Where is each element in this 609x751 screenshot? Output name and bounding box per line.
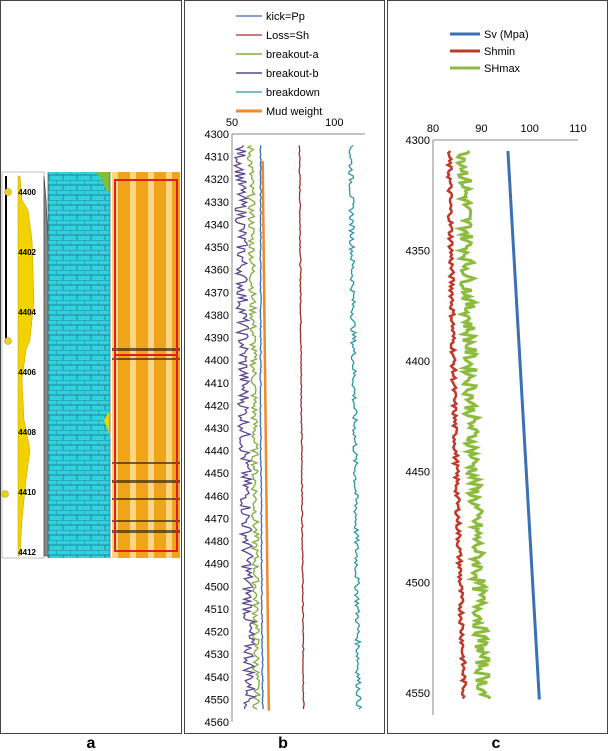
legend-label: kick=Pp xyxy=(266,11,305,23)
depth-tick-label: 4408 xyxy=(18,428,36,437)
chart-b: kick=Pp Loss=Sh breakout-a breakout-b breakd… xyxy=(205,11,365,729)
panel-label-b: b xyxy=(278,735,288,751)
y-tick-label: 4300 xyxy=(205,129,229,141)
y-tick-label: 4490 xyxy=(205,559,229,571)
y-tick-label: 4330 xyxy=(205,197,229,209)
x-tick-label: 110 xyxy=(569,123,587,135)
series-line xyxy=(347,144,363,710)
depth-tick-label: 4404 xyxy=(18,308,36,317)
y-tick-label: 4300 xyxy=(406,135,430,147)
y-tick-label: 4350 xyxy=(205,242,229,254)
series-line xyxy=(232,144,257,710)
y-tick-label: 4550 xyxy=(205,694,229,706)
chart-c-x-ticks: 80 90 100 110 xyxy=(427,123,587,135)
chart-b-legend: kick=Pp Loss=Sh breakout-a breakout-b breakd… xyxy=(236,11,322,118)
chart-b-x-ticks: 50 100 xyxy=(226,117,344,129)
chart-c-legend: Sv (Mpa) Shmin SHmax xyxy=(450,29,529,75)
x-tick-label: 100 xyxy=(325,117,343,129)
series-line xyxy=(261,161,271,711)
legend-label: Mud weight xyxy=(266,106,322,118)
series-line xyxy=(506,150,541,700)
core-band xyxy=(112,530,180,533)
depth-tick-label: 4410 xyxy=(18,488,36,497)
limestone-track xyxy=(48,172,110,558)
chart-b-series xyxy=(232,144,363,711)
y-tick-label: 4520 xyxy=(205,627,229,639)
legend-label: SHmax xyxy=(484,63,521,75)
panel-label-c: c xyxy=(492,735,501,751)
legend-label: Shmin xyxy=(484,46,515,58)
panel-a-log: 4400 4402 4404 4406 4408 4410 4412 xyxy=(1,171,180,559)
y-tick-label: 4420 xyxy=(205,400,229,412)
core-band xyxy=(112,358,180,360)
depth-tick-label: 4412 xyxy=(18,548,36,557)
legend-label: breakdown xyxy=(266,87,320,99)
x-tick-label: 50 xyxy=(226,117,238,129)
core-band xyxy=(112,498,180,500)
chart-c: Sv (Mpa) Shmin SHmax 80 90 100 110 4300 4350 44… xyxy=(406,29,587,715)
x-tick-label: 100 xyxy=(520,123,538,135)
x-tick-label: 80 xyxy=(427,123,439,135)
depth-tick-label: 4402 xyxy=(18,248,36,257)
chart-b-y-ticks: 4300 4310 4320 4330 4340 4350 4360 4370 4380 4390… xyxy=(205,129,229,729)
core-image xyxy=(112,172,180,558)
y-tick-label: 4500 xyxy=(406,577,430,589)
core-band xyxy=(112,462,180,464)
y-tick-label: 4500 xyxy=(205,581,229,593)
y-tick-label: 4400 xyxy=(406,356,430,368)
chart-c-y-ticks: 4300 4350 4400 4450 4500 4550 xyxy=(406,135,430,700)
y-tick-label: 4320 xyxy=(205,174,229,186)
series-line xyxy=(298,145,305,710)
core-band xyxy=(112,480,180,483)
x-tick-label: 90 xyxy=(475,123,487,135)
figure: 4400 4402 4404 4406 4408 4410 4412 kick=PpLoss… xyxy=(0,0,608,751)
chart-c-series xyxy=(445,149,541,700)
y-tick-label: 4360 xyxy=(205,265,229,277)
y-tick-label: 4460 xyxy=(205,491,229,503)
y-tick-label: 4390 xyxy=(205,333,229,345)
series-line xyxy=(246,144,262,710)
y-tick-label: 4480 xyxy=(205,536,229,548)
y-tick-label: 4450 xyxy=(205,468,229,480)
legend-label: Sv (Mpa) xyxy=(484,29,529,41)
y-tick-label: 4550 xyxy=(406,688,430,700)
marker-circle xyxy=(1,490,9,498)
core-band xyxy=(112,348,180,351)
y-tick-label: 4430 xyxy=(205,423,229,435)
y-tick-label: 4310 xyxy=(205,152,229,164)
y-tick-label: 4510 xyxy=(205,604,229,616)
y-tick-label: 4400 xyxy=(205,355,229,367)
y-tick-label: 4560 xyxy=(205,717,229,729)
legend-label: breakout-a xyxy=(266,49,319,61)
depth-tick-label: 4406 xyxy=(18,368,36,377)
legend-label: breakout-b xyxy=(266,68,319,80)
y-tick-label: 4410 xyxy=(205,378,229,390)
depth-tick-label: 4400 xyxy=(18,188,36,197)
legend-label: Loss=Sh xyxy=(266,30,309,42)
y-tick-label: 4440 xyxy=(205,446,229,458)
panel-label-a: a xyxy=(87,735,96,751)
core-band xyxy=(112,520,180,522)
y-tick-label: 4450 xyxy=(406,467,430,479)
marker-circle xyxy=(4,188,12,196)
y-tick-label: 4340 xyxy=(205,219,229,231)
y-tick-label: 4380 xyxy=(205,310,229,322)
y-tick-label: 4530 xyxy=(205,649,229,661)
marker-circle xyxy=(4,337,12,345)
y-tick-label: 4540 xyxy=(205,672,229,684)
y-tick-label: 4470 xyxy=(205,513,229,525)
series-line xyxy=(453,149,492,700)
y-tick-label: 4350 xyxy=(406,246,430,258)
y-tick-label: 4370 xyxy=(205,287,229,299)
